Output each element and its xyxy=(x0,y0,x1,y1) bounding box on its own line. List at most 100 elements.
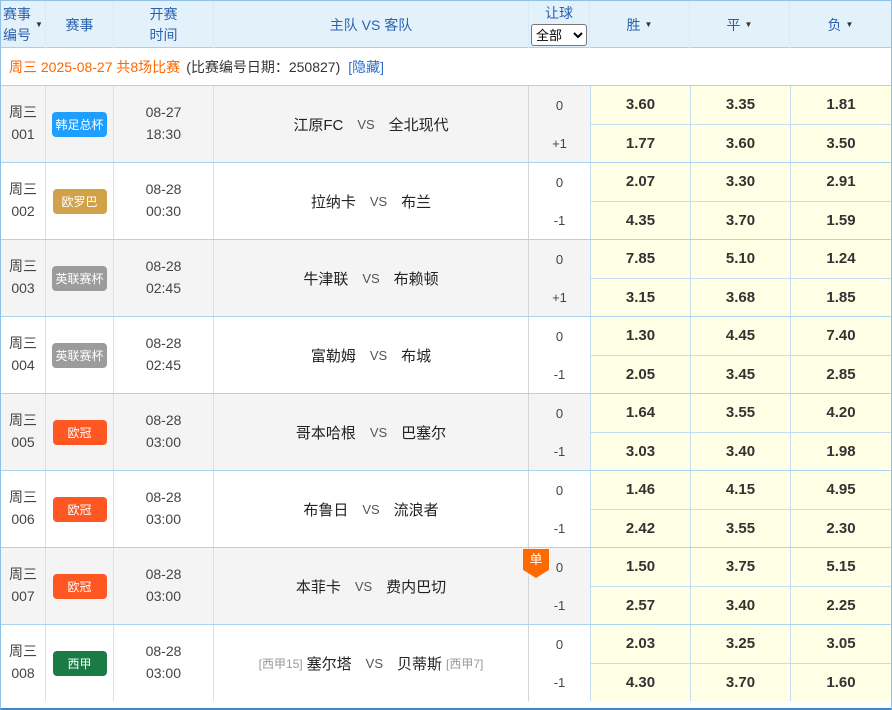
odds-lose-line1[interactable]: 1.59 xyxy=(791,202,891,240)
match-date: 08-28 xyxy=(146,487,182,509)
vs-label: VS xyxy=(370,348,387,363)
odds-lose-line0[interactable]: 4.20 xyxy=(791,394,891,433)
competition-badge[interactable]: 英联赛杯 xyxy=(52,266,106,291)
match-date: 08-27 xyxy=(146,102,182,124)
odds-win-line0[interactable]: 1.50 xyxy=(591,548,690,587)
odds-win-line0[interactable]: 1.64 xyxy=(591,394,690,433)
odds-win-line1[interactable]: 3.15 xyxy=(591,279,690,317)
odds-win-line1[interactable]: 2.42 xyxy=(591,510,690,548)
odds-win-line1[interactable]: 4.35 xyxy=(591,202,690,240)
odds-win-line0[interactable]: 2.03 xyxy=(591,625,690,664)
odds-draw-line1[interactable]: 3.68 xyxy=(691,279,790,317)
odds-draw-line0[interactable]: 3.30 xyxy=(691,163,790,202)
home-team[interactable]: 富勒姆 xyxy=(311,345,356,366)
away-team[interactable]: 流浪者 xyxy=(394,499,439,520)
competition-badge[interactable]: 欧罗巴 xyxy=(53,189,107,214)
competition-badge[interactable]: 欧冠 xyxy=(53,497,107,522)
home-team[interactable]: 拉纳卡 xyxy=(311,191,356,212)
handicap-cell: 0 +1 xyxy=(529,240,590,316)
odds-lose-line0[interactable]: 7.40 xyxy=(791,317,891,356)
match-time: 08-27 18:30 xyxy=(114,86,214,162)
odds-draw-line0[interactable]: 4.45 xyxy=(691,317,790,356)
odds-draw-line1[interactable]: 3.70 xyxy=(691,664,790,702)
handicap-line-1: -1 xyxy=(529,509,590,547)
header-draw[interactable]: 平 ▼ xyxy=(690,1,790,48)
home-team[interactable]: 塞尔塔 xyxy=(307,653,352,674)
odds-lose-line0[interactable]: 1.81 xyxy=(791,86,891,125)
teams-cell: 江原FC VS 全北现代 xyxy=(214,86,529,162)
match-kickoff: 03:00 xyxy=(146,663,181,685)
odds-win-line0[interactable]: 2.07 xyxy=(591,163,690,202)
home-team[interactable]: 本菲卡 xyxy=(296,576,341,597)
odds-draw-line0[interactable]: 5.10 xyxy=(691,240,790,279)
away-team[interactable]: 费内巴切 xyxy=(386,576,446,597)
odds-draw-line0[interactable]: 4.15 xyxy=(691,471,790,510)
away-team[interactable]: 贝蒂斯 xyxy=(397,653,442,674)
odds-lose-line1[interactable]: 2.85 xyxy=(791,356,891,394)
away-team[interactable]: 布赖顿 xyxy=(394,268,439,289)
odds-win-line0[interactable]: 1.46 xyxy=(591,471,690,510)
competition-badge[interactable]: 欧冠 xyxy=(53,420,107,445)
match-day: 周三 xyxy=(9,333,37,355)
home-team[interactable]: 牛津联 xyxy=(303,268,348,289)
lose-odds-column: 4.95 2.30 xyxy=(790,471,891,547)
odds-draw-line0[interactable]: 3.75 xyxy=(691,548,790,587)
odds-lose-line1[interactable]: 2.25 xyxy=(791,587,891,625)
away-team[interactable]: 布兰 xyxy=(401,191,431,212)
match-date: 08-28 xyxy=(146,641,182,663)
handicap-filter-select[interactable]: 全部 xyxy=(531,24,587,46)
odds-win-line0[interactable]: 7.85 xyxy=(591,240,690,279)
odds-draw-line1[interactable]: 3.45 xyxy=(691,356,790,394)
away-team[interactable]: 巴塞尔 xyxy=(401,422,446,443)
competition-badge[interactable]: 欧冠 xyxy=(53,574,107,599)
odds-win-line1[interactable]: 2.57 xyxy=(591,587,690,625)
handicap-line-0: 0 xyxy=(529,86,590,124)
away-team[interactable]: 全北现代 xyxy=(389,114,449,135)
header-win[interactable]: 胜 ▼ xyxy=(590,1,690,48)
home-team[interactable]: 布鲁日 xyxy=(303,499,348,520)
away-team[interactable]: 布城 xyxy=(401,345,431,366)
odds-lose-line0[interactable]: 1.24 xyxy=(791,240,891,279)
odds-draw-line0[interactable]: 3.25 xyxy=(691,625,790,664)
odds-draw-line1[interactable]: 3.40 xyxy=(691,587,790,625)
odds-draw-line1[interactable]: 3.60 xyxy=(691,125,790,163)
odds-win-line0[interactable]: 3.60 xyxy=(591,86,690,125)
odds-win-line1[interactable]: 2.05 xyxy=(591,356,690,394)
competition-badge[interactable]: 西甲 xyxy=(53,651,107,676)
header-match-id[interactable]: 赛事 编号 ▼ xyxy=(1,1,46,48)
odds-draw-line0[interactable]: 3.55 xyxy=(691,394,790,433)
handicap-line-1: -1 xyxy=(529,201,590,239)
odds-draw-line0[interactable]: 3.35 xyxy=(691,86,790,125)
match-kickoff: 00:30 xyxy=(146,201,181,223)
odds-lose-line0[interactable]: 2.91 xyxy=(791,163,891,202)
competition-badge[interactable]: 英联赛杯 xyxy=(52,343,106,368)
match-date: 08-28 xyxy=(146,564,182,586)
odds-lose-line1[interactable]: 1.85 xyxy=(791,279,891,317)
odds-lose-line1[interactable]: 2.30 xyxy=(791,510,891,548)
match-date: 08-28 xyxy=(146,256,182,278)
odds-lose-line1[interactable]: 1.60 xyxy=(791,664,891,702)
odds-draw-line1[interactable]: 3.55 xyxy=(691,510,790,548)
odds-lose-line1[interactable]: 3.50 xyxy=(791,125,891,163)
odds-win-line1[interactable]: 1.77 xyxy=(591,125,690,163)
home-team[interactable]: 哥本哈根 xyxy=(296,422,356,443)
odds-win-line0[interactable]: 1.30 xyxy=(591,317,690,356)
header-lose[interactable]: 负 ▼ xyxy=(790,1,891,48)
odds-draw-line1[interactable]: 3.70 xyxy=(691,202,790,240)
hide-link[interactable]: [隐藏] xyxy=(348,57,384,77)
odds-win-line1[interactable]: 3.03 xyxy=(591,433,690,471)
odds-lose-line0[interactable]: 4.95 xyxy=(791,471,891,510)
odds-lose-line1[interactable]: 1.98 xyxy=(791,433,891,471)
odds-lose-line0[interactable]: 5.15 xyxy=(791,548,891,587)
draw-caret-icon: ▼ xyxy=(745,20,753,29)
odds-lose-line0[interactable]: 3.05 xyxy=(791,625,891,664)
odds-draw-line1[interactable]: 3.40 xyxy=(691,433,790,471)
header-handicap: 让球 全部 xyxy=(529,1,590,48)
lose-odds-column: 5.15 2.25 xyxy=(790,548,891,624)
vs-label: VS xyxy=(370,194,387,209)
competition-badge[interactable]: 韩足总杯 xyxy=(52,112,106,137)
handicap-line-1: -1 xyxy=(529,432,590,470)
home-team[interactable]: 江原FC xyxy=(293,114,343,135)
match-kickoff: 02:45 xyxy=(146,278,181,300)
odds-win-line1[interactable]: 4.30 xyxy=(591,664,690,702)
